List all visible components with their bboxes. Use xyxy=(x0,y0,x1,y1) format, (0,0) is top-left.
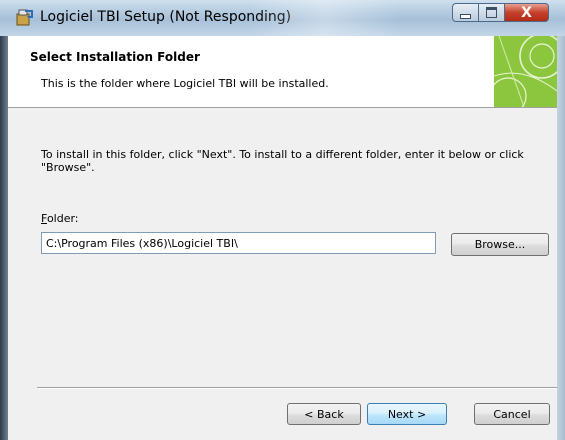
window-right-border xyxy=(557,36,565,440)
folder-path-input[interactable] xyxy=(41,232,436,254)
banner-graphic xyxy=(494,36,557,107)
close-button[interactable]: X xyxy=(505,3,549,22)
minimize-icon xyxy=(460,13,471,19)
window-title: Logiciel TBI Setup (Not Responding) xyxy=(40,9,292,25)
minimize-button[interactable] xyxy=(452,3,479,22)
folder-label: Folder: xyxy=(41,212,79,225)
close-icon: X xyxy=(521,4,532,21)
page-description: This is the folder where Logiciel TBI wi… xyxy=(41,77,329,90)
back-button[interactable]: < Back xyxy=(287,403,361,425)
maximize-icon xyxy=(486,7,497,18)
title-bar[interactable]: Logiciel TBI Setup (Not Responding) X xyxy=(0,0,565,36)
installer-icon xyxy=(16,9,33,26)
caption-buttons: X xyxy=(452,3,549,23)
folder-label-text: older: xyxy=(46,212,79,225)
dialog-client-area: Select Installation Folder This is the f… xyxy=(8,36,557,440)
next-button[interactable]: Next > xyxy=(367,403,447,425)
cancel-button[interactable]: Cancel xyxy=(474,403,550,425)
footer-divider xyxy=(37,387,557,389)
maximize-button[interactable] xyxy=(479,3,505,22)
setup-window: Logiciel TBI Setup (Not Responding) X Se… xyxy=(0,0,565,440)
page-title: Select Installation Folder xyxy=(30,50,200,64)
window-left-border xyxy=(0,36,8,440)
dialog-header: Select Installation Folder This is the f… xyxy=(8,36,557,108)
install-instruction: To install in this folder, click "Next".… xyxy=(41,148,524,174)
browse-button[interactable]: Browse... xyxy=(451,233,549,256)
